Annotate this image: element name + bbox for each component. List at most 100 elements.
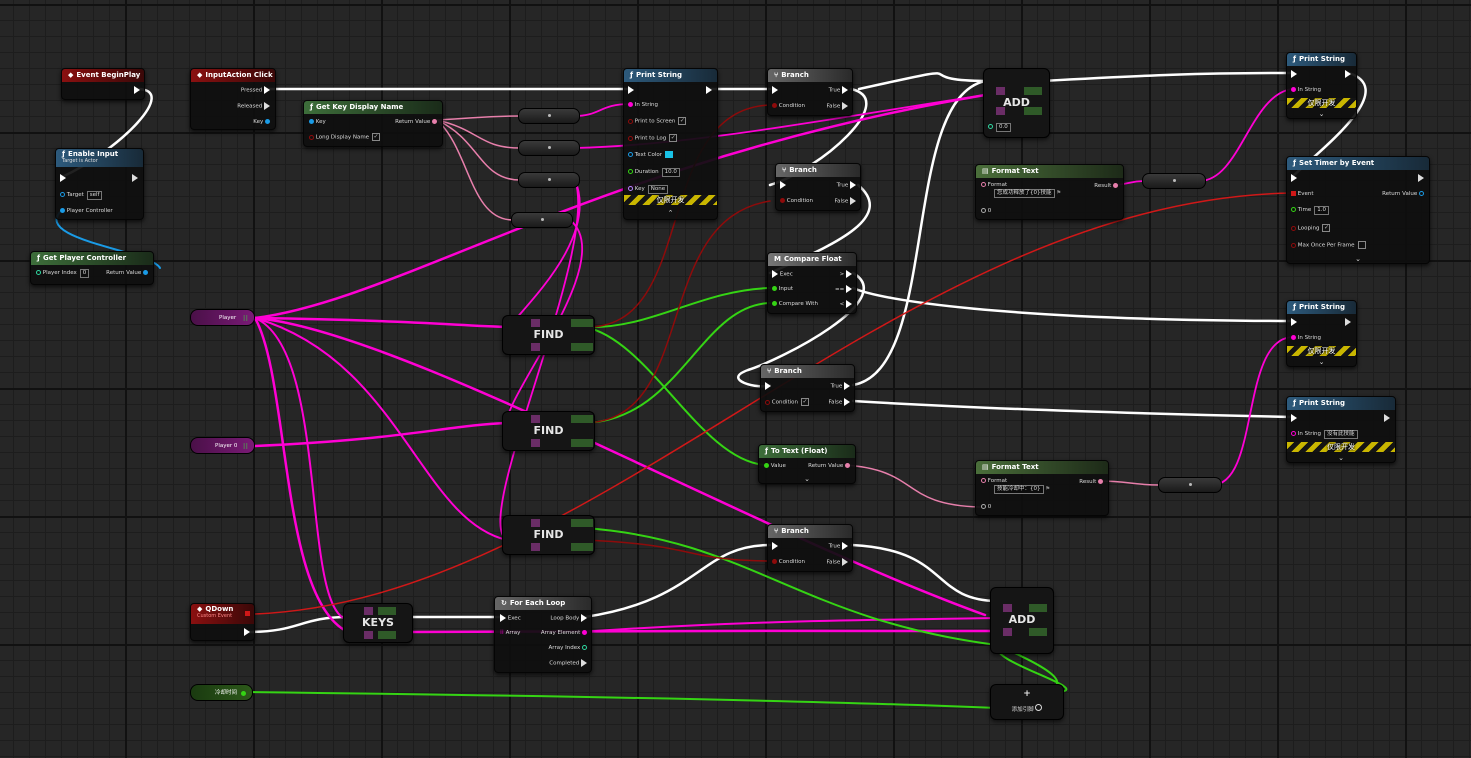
max-once-pin[interactable]: Max Once Per Frame (1291, 241, 1366, 250)
format-pin[interactable]: Format 技能冷却中：{0} ⚑ (981, 478, 1050, 494)
greater-pin[interactable]: > (840, 270, 852, 279)
expand-chevron-icon[interactable]: ⌄ (759, 475, 855, 483)
float-input-pin[interactable]: 0.0 (988, 123, 1011, 132)
print-string-node[interactable]: ƒ Print String In String 仅限开发 ⌄ (1286, 300, 1357, 367)
false-pin[interactable]: False (828, 398, 850, 407)
compare-with-pin[interactable]: Compare With (772, 300, 818, 308)
branch-node[interactable]: ⑂ Branch True Condition False (767, 524, 853, 572)
exec-in-pin[interactable] (60, 174, 66, 183)
max-once-checkbox[interactable] (1357, 241, 1366, 249)
print-string-node[interactable]: ƒ Print String In String 没有此技能 仅限开发 ⌄ (1286, 396, 1396, 463)
exec-out-pin[interactable] (1345, 70, 1351, 79)
print-to-screen-pin[interactable]: Print to Screen ✓ (628, 117, 687, 126)
equal-pin[interactable]: == (835, 285, 852, 294)
add-pin-button[interactable]: 添加引脚 (991, 704, 1063, 714)
return-value-pin[interactable]: Return Value (1382, 190, 1424, 198)
exec-out-pin[interactable] (706, 86, 712, 95)
qdown-custom-event-node[interactable]: ◆ QDown Custom Event (190, 603, 255, 641)
released-pin[interactable]: Released (237, 102, 270, 111)
exec-in-pin[interactable] (1291, 174, 1297, 183)
time-pin[interactable]: Time 1.0 (1291, 206, 1329, 215)
color-swatch[interactable] (664, 151, 673, 158)
set-timer-by-event-node[interactable]: ƒ Set Timer by Event Event Return Value T… (1286, 156, 1430, 264)
conversion-node[interactable] (518, 172, 580, 188)
duration-pin[interactable]: Duration 10.0 (628, 168, 680, 177)
branch-node[interactable]: ⑂ Branch True Condition False (775, 163, 861, 211)
long-display-name-pin[interactable]: Long Display Name ✓ (309, 133, 381, 142)
target-value[interactable]: self (86, 191, 103, 200)
conversion-node[interactable] (1142, 173, 1206, 189)
exec-in-pin[interactable] (772, 542, 778, 551)
result-pin[interactable]: Result (1094, 182, 1118, 190)
array-element-pin[interactable]: Array Element (541, 629, 587, 637)
add-pin-node[interactable]: + 添加引脚 (990, 684, 1064, 720)
event-beginplay-node[interactable]: ◆ Event BeginPlay (61, 68, 145, 100)
pressed-pin[interactable]: Pressed (241, 86, 270, 95)
find-node[interactable]: FIND (502, 411, 595, 451)
exec-in-pin[interactable]: Exec (500, 614, 521, 623)
exec-out-pin[interactable] (134, 86, 140, 95)
in-string-pin[interactable]: In String (1291, 86, 1321, 94)
key-pin[interactable]: Key (253, 118, 270, 126)
compare-float-node[interactable]: M Compare Float Exec > Input == Compare W… (767, 252, 857, 314)
exec-in-pin[interactable]: Exec (772, 270, 793, 279)
exec-in-pin[interactable] (780, 181, 786, 190)
duration-value[interactable]: 10.0 (661, 168, 680, 177)
in-string-pin[interactable]: In String (628, 101, 658, 109)
condition-pin[interactable]: Condition (780, 197, 813, 205)
in-string-pin[interactable]: In String 没有此技能 (1291, 430, 1358, 439)
exec-in-pin[interactable] (772, 86, 778, 95)
format-text-node[interactable]: ▤ Format Text Format 您成功释放了{0}技能 ⚑ Result … (975, 164, 1124, 220)
true-pin[interactable]: True (829, 86, 848, 95)
in-string-pin[interactable]: In String (1291, 334, 1321, 342)
exec-in-pin[interactable] (628, 86, 634, 95)
add-value[interactable]: 0.0 (996, 123, 1011, 132)
player-controller-pin[interactable]: Player Controller (60, 207, 113, 215)
to-text-float-node[interactable]: ƒ To Text (Float) Value Return Value ⌄ (758, 444, 856, 484)
exec-in-pin[interactable] (1291, 318, 1297, 327)
looping-checkbox[interactable]: ✓ (1322, 224, 1331, 232)
exec-out-pin[interactable] (1345, 318, 1351, 327)
arg-0-pin[interactable]: 0 (981, 207, 991, 215)
value-pin[interactable]: Value (764, 462, 786, 470)
true-pin[interactable]: True (829, 542, 848, 551)
format-text-node[interactable]: ▤ Format Text Format 技能冷却中：{0} ⚑ Result 0 (975, 460, 1109, 516)
conversion-node[interactable] (1158, 477, 1222, 493)
return-value-pin[interactable]: Return Value (395, 118, 437, 126)
true-pin[interactable]: True (837, 181, 856, 190)
target-pin[interactable]: Target self (60, 191, 103, 200)
branch-node[interactable]: ⑂ Branch True Condition ✓ False (760, 364, 855, 412)
less-pin[interactable]: < (840, 300, 852, 309)
conversion-node[interactable] (518, 108, 580, 124)
branch-node[interactable]: ⑂ Branch True Condition False (767, 68, 853, 116)
format-pin[interactable]: Format 您成功释放了{0}技能 ⚑ (981, 182, 1061, 198)
format-value[interactable]: 技能冷却中：{0} (994, 485, 1044, 494)
get-key-display-name-node[interactable]: ƒ Get Key Display Name Key Return Value L… (303, 100, 443, 147)
false-pin[interactable]: False (826, 102, 848, 111)
loop-body-pin[interactable]: Loop Body (550, 614, 587, 623)
format-value[interactable]: 您成功释放了{0}技能 (994, 189, 1055, 198)
exec-out-pin[interactable] (132, 174, 138, 183)
print-to-screen-checkbox[interactable]: ✓ (678, 117, 687, 125)
add-node[interactable]: ADD 0.0 (983, 68, 1050, 138)
input-pin[interactable]: Input (772, 285, 793, 293)
array-pin[interactable]: ⁞⁞ Array (500, 629, 520, 637)
find-node[interactable]: FIND (502, 515, 595, 555)
exec-in-pin[interactable] (1291, 414, 1297, 423)
expand-chevron-icon[interactable]: ⌄ (1287, 110, 1356, 118)
get-player-controller-node[interactable]: ƒ Get Player Controller Player Index 0 Ret… (30, 251, 154, 285)
exec-in-pin[interactable] (765, 382, 771, 391)
key-pin[interactable]: Key None (628, 185, 669, 194)
print-to-log-checkbox[interactable]: ✓ (669, 134, 678, 142)
text-color-pin[interactable]: Text Color (628, 151, 673, 159)
exec-out-pin[interactable] (1418, 174, 1424, 183)
completed-pin[interactable]: Completed (549, 659, 587, 668)
condition-pin[interactable]: Condition ✓ (765, 398, 809, 407)
collapse-chevron-icon[interactable]: ⌃ (624, 209, 717, 217)
exec-out-pin[interactable] (244, 628, 250, 637)
for-each-loop-node[interactable]: ↻ For Each Loop Exec Loop Body ⁞⁞ Array A… (494, 596, 592, 673)
delegate-pin[interactable] (245, 611, 250, 616)
find-node[interactable]: FIND (502, 315, 595, 355)
enable-input-node[interactable]: ƒ Enable Input Target is Actor Target self … (55, 148, 144, 220)
player0-variable[interactable]: Player 0 ⁝⁝ (190, 437, 255, 454)
